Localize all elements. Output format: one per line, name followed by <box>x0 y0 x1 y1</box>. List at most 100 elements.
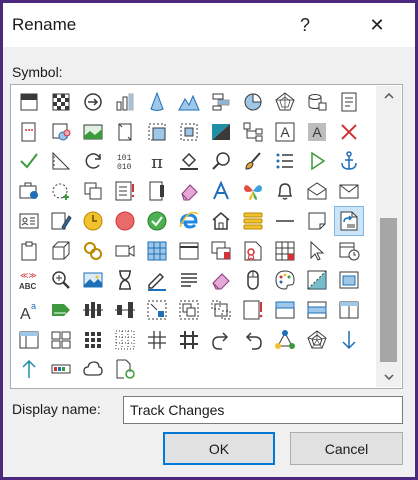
ungroup-objects-icon[interactable] <box>207 296 235 324</box>
header-window-icon[interactable] <box>271 296 299 324</box>
checkmark-icon[interactable] <box>15 147 43 175</box>
cancel-button[interactable]: Cancel <box>290 432 403 465</box>
letter-pen-icon[interactable] <box>207 177 235 205</box>
up-arrow-icon[interactable] <box>15 355 43 383</box>
palette-icon[interactable] <box>271 266 299 294</box>
blue-band-icon[interactable] <box>303 296 331 324</box>
table-icon[interactable] <box>143 237 171 265</box>
copy-icon[interactable] <box>79 177 107 205</box>
envelope-icon[interactable] <box>335 177 363 205</box>
refresh-page-icon[interactable] <box>111 355 139 383</box>
ruler-triangle-icon[interactable] <box>47 147 75 175</box>
header-icon[interactable] <box>15 88 43 116</box>
home-icon[interactable] <box>207 207 235 235</box>
text-size-icon[interactable]: Aa <box>15 296 43 324</box>
book-icon[interactable] <box>15 118 43 146</box>
play-icon[interactable] <box>303 147 331 175</box>
edit-list-icon[interactable] <box>47 207 75 235</box>
database-icon[interactable] <box>303 88 331 116</box>
clock-icon[interactable] <box>79 207 107 235</box>
zoom-in-icon[interactable] <box>47 266 75 294</box>
text-lines-icon[interactable] <box>175 266 203 294</box>
red-mark-icon[interactable] <box>239 296 267 324</box>
bullet-list-icon[interactable] <box>271 147 299 175</box>
help-button[interactable]: ? <box>283 3 327 47</box>
cloud-icon[interactable] <box>79 355 107 383</box>
scrollbar-thumb[interactable] <box>380 218 397 362</box>
page-fold-icon[interactable] <box>143 177 171 205</box>
green-check-icon[interactable] <box>143 207 171 235</box>
picture-icon[interactable] <box>79 118 107 146</box>
open-envelope-icon[interactable] <box>303 177 331 205</box>
small-window-icon[interactable] <box>335 266 363 294</box>
undo-icon[interactable] <box>239 326 267 354</box>
anchor-icon[interactable] <box>335 147 363 175</box>
cone-icon[interactable] <box>143 88 171 116</box>
spell-check-icon[interactable]: ≪≫ ABC <box>15 266 43 294</box>
binary-icon[interactable]: 101 010 <box>111 147 139 175</box>
window-icon[interactable] <box>175 237 203 265</box>
redo-icon[interactable] <box>207 326 235 354</box>
close-button[interactable]: ✕ <box>355 3 399 47</box>
vertical-scrollbar[interactable] <box>376 86 401 387</box>
page-icon[interactable] <box>111 118 139 146</box>
ie-icon[interactable] <box>175 207 203 235</box>
dash-icon[interactable] <box>271 207 299 235</box>
corner-gradient-icon[interactable] <box>303 266 331 294</box>
red-bullets-icon[interactable] <box>111 177 139 205</box>
arrow-circle-icon[interactable] <box>79 88 107 116</box>
hierarchy-icon[interactable] <box>239 118 267 146</box>
mouse-icon[interactable] <box>239 266 267 294</box>
toolbar-icon[interactable] <box>47 355 75 383</box>
grid-icon[interactable] <box>271 237 299 265</box>
briefcase-icon[interactable] <box>15 177 43 205</box>
group-chart-icon[interactable] <box>47 118 75 146</box>
hash-bold-icon[interactable] <box>175 326 203 354</box>
checkerboard-icon[interactable] <box>47 88 75 116</box>
down-arrow-icon[interactable] <box>335 326 363 354</box>
network-icon[interactable] <box>271 326 299 354</box>
hourglass-icon[interactable] <box>111 266 139 294</box>
picture-frame-icon[interactable] <box>143 118 171 146</box>
shaded-letter-a-icon[interactable]: A <box>303 118 331 146</box>
mountain-chart-icon[interactable] <box>175 88 203 116</box>
display-name-input[interactable] <box>123 396 403 424</box>
pi-icon[interactable]: π <box>143 147 171 175</box>
paint-bucket-icon[interactable] <box>175 147 203 175</box>
spider-web-icon[interactable] <box>303 326 331 354</box>
grid-dots-icon[interactable] <box>111 326 139 354</box>
track-changes-icon[interactable] <box>334 205 364 236</box>
scroll-up-button[interactable] <box>376 86 401 106</box>
sticky-note-icon[interactable] <box>303 207 331 235</box>
dashed-circle-icon[interactable] <box>47 177 75 205</box>
hash-icon[interactable] <box>143 326 171 354</box>
refresh-icon[interactable] <box>79 147 107 175</box>
red-x-icon[interactable] <box>335 118 363 146</box>
stack-icon[interactable] <box>239 207 267 235</box>
sidebar-layout-icon[interactable] <box>15 326 43 354</box>
ok-button[interactable]: OK <box>163 432 275 465</box>
align-distribute-icon[interactable] <box>79 296 107 324</box>
dot-grid-icon[interactable] <box>79 326 107 354</box>
arrow-sign-icon[interactable] <box>47 296 75 324</box>
cursor-icon[interactable] <box>303 237 331 265</box>
spider-chart-icon[interactable] <box>271 88 299 116</box>
cube-icon[interactable] <box>47 237 75 265</box>
link-icon[interactable] <box>79 237 107 265</box>
image-icon[interactable] <box>79 266 107 294</box>
group-objects-icon[interactable] <box>175 296 203 324</box>
document-list-icon[interactable] <box>335 88 363 116</box>
certificate-icon[interactable] <box>239 237 267 265</box>
two-windows-icon[interactable] <box>207 237 235 265</box>
shade-icon[interactable] <box>207 118 235 146</box>
paint-brush-icon[interactable] <box>239 147 267 175</box>
dotted-select-icon[interactable] <box>143 296 171 324</box>
magnifier-icon[interactable] <box>207 147 235 175</box>
gantt-icon[interactable] <box>207 88 235 116</box>
bell-icon[interactable] <box>271 177 299 205</box>
letter-a-icon[interactable]: A <box>271 118 299 146</box>
pink-eraser-icon[interactable] <box>207 266 235 294</box>
thumbnail-grid-icon[interactable] <box>47 326 75 354</box>
pencil-icon[interactable] <box>143 266 171 294</box>
align-center-icon[interactable] <box>111 296 139 324</box>
